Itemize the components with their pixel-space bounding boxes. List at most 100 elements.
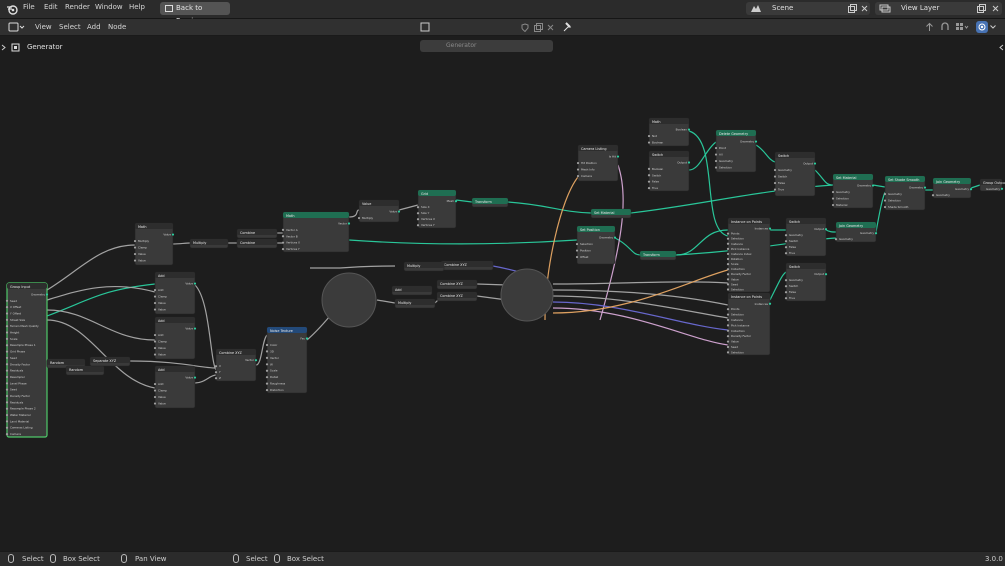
node-socket[interactable] [687, 161, 691, 164]
node[interactable]: Switch Output Geometry Switch False True [773, 151, 817, 197]
node-socket[interactable] [153, 389, 157, 392]
node-socket[interactable] [575, 242, 579, 246]
node-socket[interactable] [726, 345, 730, 349]
node-socket[interactable] [576, 161, 580, 165]
node-socket[interactable] [726, 257, 730, 261]
node-socket[interactable] [254, 359, 258, 362]
node-socket[interactable] [726, 232, 730, 235]
node-socket[interactable] [133, 246, 137, 249]
node-socket[interactable] [784, 297, 788, 300]
node-socket[interactable] [726, 308, 730, 311]
node-socket[interactable] [357, 216, 361, 220]
node-socket[interactable] [305, 337, 309, 340]
node-socket[interactable] [153, 301, 157, 305]
node-socket[interactable] [726, 283, 730, 286]
node-socket[interactable] [616, 155, 620, 158]
fake-user-shield-icon[interactable] [521, 23, 529, 32]
node-socket[interactable] [931, 194, 935, 197]
node-socket[interactable] [647, 167, 651, 170]
node-socket[interactable] [265, 388, 269, 392]
menu-view[interactable]: View [35, 23, 52, 31]
snap-target-icon[interactable] [955, 22, 969, 32]
node-socket[interactable] [281, 228, 285, 231]
node-socket[interactable] [714, 159, 718, 163]
snap-icon[interactable] [940, 22, 950, 32]
node-socket[interactable] [454, 200, 458, 203]
node[interactable]: Join Geometry Geometry Geometry [931, 177, 973, 199]
node-socket[interactable] [726, 318, 730, 322]
menu-help[interactable]: Help [129, 3, 145, 11]
node-socket[interactable] [5, 344, 9, 347]
node-socket[interactable] [923, 186, 927, 189]
node-socket[interactable] [754, 140, 758, 143]
node-socket[interactable] [416, 206, 420, 209]
node-socket[interactable] [813, 162, 817, 165]
unlink-icon[interactable] [547, 24, 554, 31]
node-socket[interactable] [265, 369, 269, 372]
node-socket[interactable] [133, 252, 137, 256]
node-socket[interactable] [726, 268, 730, 271]
node-socket[interactable] [773, 175, 777, 178]
node-socket[interactable] [5, 394, 9, 398]
node[interactable]: Join Geometry Geometry Geometry [834, 221, 878, 243]
node-socket[interactable] [153, 382, 157, 386]
node-socket[interactable] [347, 222, 351, 225]
node[interactable]: Grid Mesh Size X Size Y Vertices X Vertices Y [416, 189, 458, 229]
node-socket[interactable] [214, 371, 218, 374]
node-socket[interactable] [281, 235, 285, 238]
node-socket[interactable] [784, 246, 788, 249]
node[interactable]: Separate XYZ [89, 356, 131, 367]
node-socket[interactable] [5, 401, 9, 404]
node-socket[interactable] [281, 241, 285, 244]
node[interactable]: Combine XYZVector XYZ [214, 348, 258, 382]
node-socket[interactable] [5, 432, 9, 436]
blender-logo-icon[interactable] [6, 3, 18, 15]
back-to-previous-button[interactable]: Back to Previous [160, 2, 230, 25]
node-socket[interactable] [265, 356, 269, 359]
menu-window[interactable]: Window [95, 3, 123, 11]
node-socket[interactable] [5, 382, 9, 385]
node-socket[interactable] [5, 331, 9, 334]
node[interactable]: Set Material [590, 208, 632, 219]
node-socket[interactable] [726, 335, 730, 338]
node-socket[interactable] [5, 413, 9, 417]
node[interactable]: Transform [639, 250, 677, 261]
node-socket[interactable] [265, 350, 269, 353]
node-socket[interactable] [5, 426, 9, 429]
menu-node[interactable]: Node [108, 23, 126, 31]
node-socket[interactable] [969, 188, 973, 191]
node-socket[interactable] [416, 218, 420, 221]
node-socket[interactable] [647, 180, 651, 183]
node-socket[interactable] [773, 181, 777, 185]
node-socket[interactable] [831, 190, 835, 194]
node-socket[interactable] [831, 203, 835, 207]
node-socket[interactable] [784, 291, 788, 294]
node-socket[interactable] [726, 324, 730, 327]
menu-render[interactable]: Render [65, 3, 90, 11]
node-socket[interactable] [714, 166, 718, 169]
node-socket[interactable] [575, 255, 579, 259]
node[interactable]: Math Vector Vector A Vector B Vertices X Vert… [281, 211, 351, 253]
node-socket[interactable] [416, 224, 420, 227]
node-socket[interactable] [153, 295, 157, 298]
node-socket[interactable] [5, 420, 9, 423]
node-socket[interactable] [265, 376, 269, 379]
node[interactable]: Random [65, 365, 105, 376]
node-socket[interactable] [576, 168, 580, 171]
duplicate-icon[interactable] [534, 23, 543, 32]
node[interactable]: Combine [236, 228, 278, 239]
close-icon[interactable] [861, 5, 868, 12]
node-socket[interactable] [153, 333, 157, 337]
node-socket[interactable] [5, 356, 9, 360]
node-socket[interactable] [153, 353, 157, 356]
copy-icon[interactable] [977, 4, 986, 13]
node-socket[interactable] [726, 273, 730, 276]
node-socket[interactable] [714, 153, 718, 156]
node-socket[interactable] [726, 340, 730, 343]
node-socket[interactable] [726, 329, 730, 332]
node-socket[interactable] [214, 365, 218, 368]
node[interactable]: Delete Geometry Geometry Point All Geometry S… [714, 129, 758, 173]
node-socket[interactable] [133, 239, 137, 243]
node-socket[interactable] [5, 388, 9, 391]
node-socket[interactable] [214, 377, 218, 380]
